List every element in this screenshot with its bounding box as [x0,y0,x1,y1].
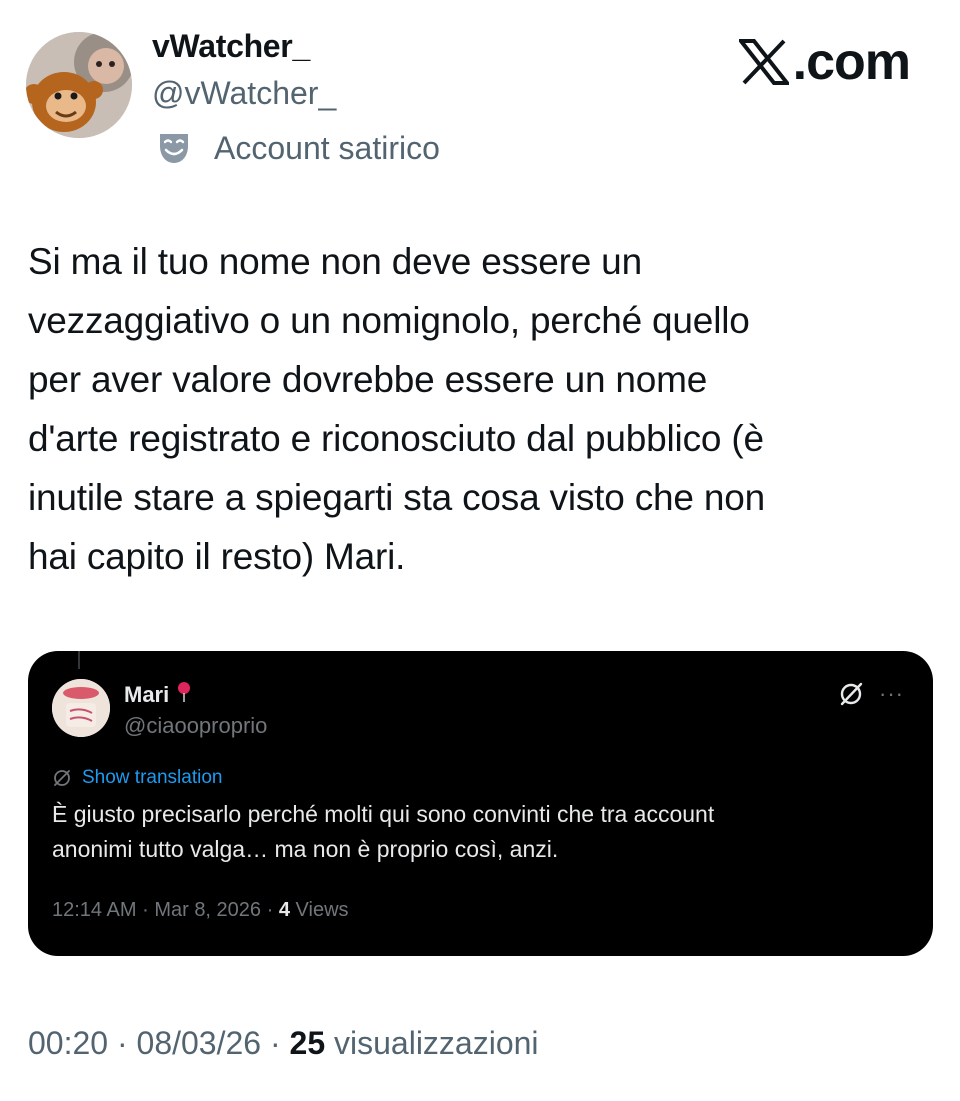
separator: · [269,1025,281,1061]
x-logo-icon [738,39,789,85]
quote-text-line: È giusto precisarlo perché molti qui son… [52,801,715,827]
quote-metadata: 12:14 AM · Mar 8, 2026 · 4 Views [52,899,349,922]
quote-text: È giusto precisarlo perché molti qui son… [52,797,714,867]
tweet-date[interactable]: 08/03/26 [137,1025,262,1061]
author-avatar[interactable] [26,32,132,138]
account-label-text: Account satirico [214,129,440,166]
tweet-views-count: 25 [289,1025,326,1061]
quote-views-count: 4 [278,899,290,921]
tweet-time[interactable]: 00:20 [28,1025,108,1061]
quote-display-name[interactable]: Mari [124,681,191,708]
separator: · [116,1025,128,1061]
quote-display-name-text: Mari [124,681,170,707]
tweet-views-label[interactable]: visualizzazioni [334,1025,539,1061]
quoted-post-image[interactable]: Mari @ciaooproprio ··· Show translation … [28,651,933,956]
quote-text-line: anonimi tutto valga… ma non è proprio co… [52,836,559,862]
quote-handle[interactable]: @ciaooproprio [124,713,267,739]
account-label[interactable]: Account satirico [156,128,440,168]
quote-date[interactable]: Mar 8, 2026 [154,899,261,921]
tweet-text-line: Si ma il tuo nome non deve essere un [28,241,642,282]
x-brand-text: .com [792,33,911,91]
pin-icon [177,681,191,708]
tweet-text-line: inutile stare a spiegarti sta cosa visto… [28,477,765,518]
author-display-name[interactable]: vWatcher_ [152,28,310,65]
separator: · [266,899,274,921]
theater-mask-icon [156,130,192,166]
more-options-icon[interactable]: ··· [879,681,904,707]
grok-icon[interactable] [838,681,864,707]
tweet-text-line: d'arte registrato e riconosciuto dal pub… [28,418,764,459]
monkey-avatar-icon [26,32,132,138]
tweet-text: Si ma il tuo nome non deve essere un vez… [28,232,928,586]
author-handle[interactable]: @vWatcher_ [152,75,336,112]
show-translation-link[interactable]: Show translation [52,767,222,789]
quote-views-label[interactable]: Views [296,899,349,921]
thread-line [78,651,80,669]
show-translation-label: Show translation [82,767,223,788]
quote-time[interactable]: 12:14 AM [52,899,137,921]
quote-avatar[interactable] [52,679,110,737]
tweet-text-line: vezzaggiativo o un nomignolo, perché que… [28,300,750,341]
separator: · [142,899,149,921]
tweet-text-line: per aver valore dovrebbe essere un nome [28,359,708,400]
translate-icon [54,770,70,786]
tweet-metadata: 00:20 · 08/03/26 · 25 visualizzazioni [28,1025,539,1062]
quote-avatar-icon [52,679,110,737]
x-brand: .com [738,32,911,92]
tweet-text-line: hai capito il resto) Mari. [28,536,406,577]
